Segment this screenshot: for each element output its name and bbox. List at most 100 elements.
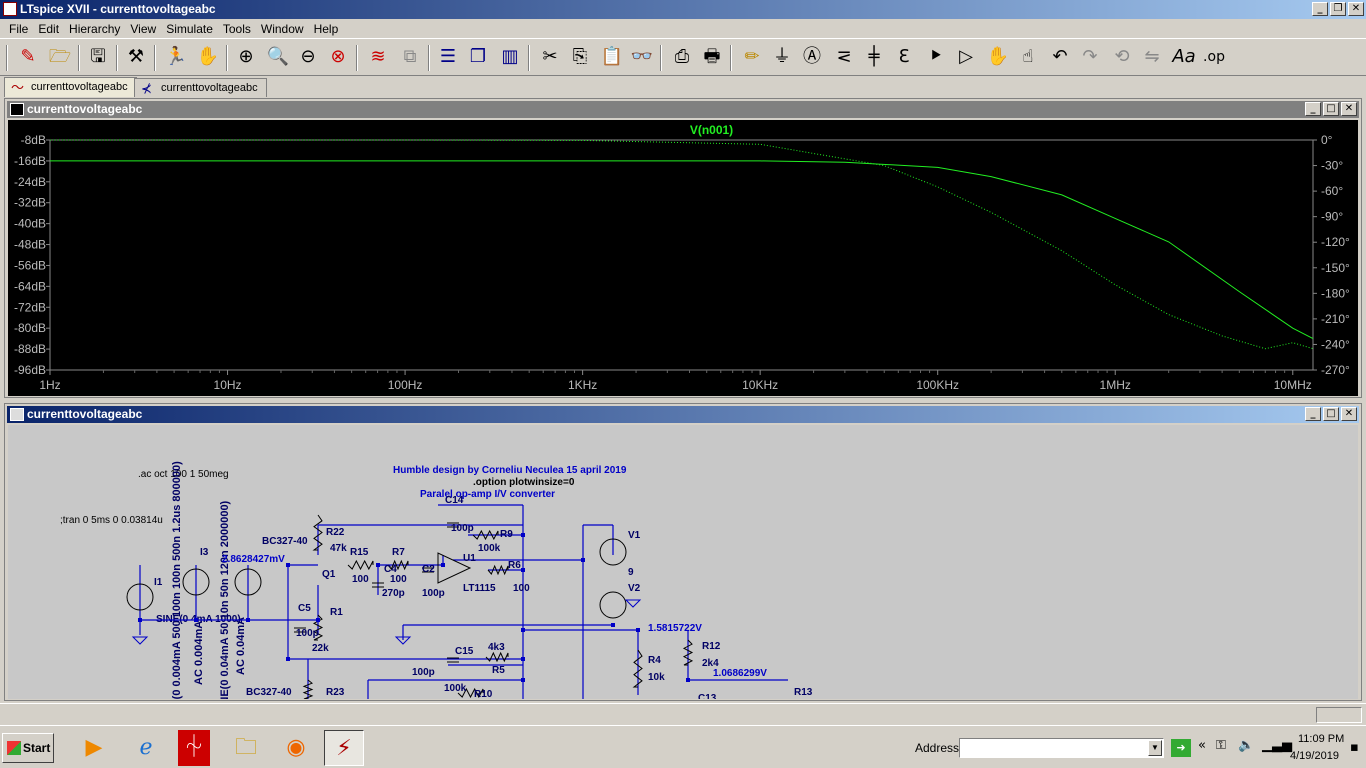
component-label[interactable]: C13 [698,693,717,699]
component-label[interactable]: V1 [628,530,641,541]
schematic-maximize-button[interactable]: □ [1323,407,1339,421]
junction[interactable] [316,618,320,622]
menu-window[interactable]: Window [256,22,309,36]
waveform-plot[interactable]: V(n001) -8dB -16dB -24dB -32dB -40dB -48dB -56d… [8,120,1358,396]
source-text[interactable]: AC 0.004mA [193,621,205,685]
comment-text[interactable]: Humble design by Corneliu Neculea 15 apr… [393,465,627,476]
component-label[interactable]: 100p [412,667,435,678]
close-button[interactable]: ✕ [1348,2,1364,16]
print-setup-icon[interactable]: ⎙ [668,43,696,71]
component-label[interactable]: LT1115 [463,583,496,594]
label-net-icon[interactable]: Ⓐ [798,43,826,71]
waveform-minimize-button[interactable]: _ [1305,102,1321,116]
component-label[interactable]: 100p [422,588,445,599]
menu-file[interactable]: File [4,22,33,36]
junction[interactable] [521,678,525,682]
zoom-out-icon[interactable]: ⊖ [294,43,322,71]
component-label[interactable]: 100 [352,574,369,585]
component-label[interactable]: R1 [330,607,343,618]
component-label[interactable]: 9 [628,567,634,578]
component-label[interactable]: I3 [200,547,209,558]
comment-text[interactable]: Paralel op-amp I/V converter [420,489,555,500]
autorange-icon[interactable]: ≋ [364,43,392,71]
source-symbol[interactable] [599,591,627,619]
redo-icon[interactable]: ↷ [1076,43,1104,71]
junction[interactable] [194,618,198,622]
source-text[interactable]: SINE(0 0.004mA 500 100n 100n 500n 1.2us … [171,461,183,699]
diode-icon[interactable]: ⯈ [922,43,950,71]
copy-icon[interactable]: ⎘ [566,43,594,71]
component-label[interactable]: 100 [513,583,530,594]
junction[interactable] [246,618,250,622]
internet-explorer-icon[interactable]: ℯ [126,730,166,766]
component-label[interactable]: 270p [382,588,405,599]
move-icon[interactable]: ✋ [984,43,1012,71]
node-voltage-label[interactable]: 1.0686299V [713,668,767,679]
cascade-icon[interactable]: ❐ [464,43,492,71]
ltspice-icon[interactable]: ⚡ [324,730,364,766]
junction[interactable] [611,623,615,627]
resistor-icon[interactable]: ⋜ [830,43,858,71]
new-schematic-icon[interactable]: ✎ [14,43,42,71]
component-label[interactable]: R12 [702,641,721,652]
tray-expand-icon[interactable]: « [1198,738,1206,753]
junction[interactable] [286,657,290,661]
component-label[interactable]: 47k [330,543,347,554]
ground-symbol[interactable] [131,636,149,645]
save-icon[interactable]: 🖫 [84,43,112,71]
cut-icon[interactable]: ✂ [536,43,564,71]
component-label[interactable]: 100k [478,543,501,554]
rotate-icon[interactable]: ⟲ [1108,43,1136,71]
component-label[interactable]: C14 [445,495,464,506]
paste-icon[interactable]: 📋 [598,43,626,71]
print-icon[interactable]: 🖶 [698,43,726,71]
component-label[interactable]: 100k [444,683,467,694]
component-label[interactable]: C5 [298,603,311,614]
text-icon[interactable]: Aa [1170,43,1198,71]
junction[interactable] [376,563,380,567]
component-label[interactable]: V2 [628,583,641,594]
junction[interactable] [521,533,525,537]
component-label[interactable]: U1 [463,553,476,564]
junction[interactable] [686,678,690,682]
address-input[interactable] [959,738,1164,758]
minimize-button[interactable]: _ [1312,2,1328,16]
control-panel-icon[interactable]: ⚒ [122,43,150,71]
spice-directive[interactable]: .ac oct 100 1 50meg [138,469,229,480]
schematic-drawing[interactable]: Humble design by Corneliu Neculea 15 apr… [8,425,1358,699]
menu-simulate[interactable]: Simulate [161,22,218,36]
component-label[interactable]: Q1 [322,569,336,580]
component-label[interactable]: C15 [455,646,474,657]
tab-waveform[interactable]: 〜 currenttovoltageabc [4,77,137,97]
component-label[interactable]: 4k3 [488,642,505,653]
source-text[interactable]: SINE(0 0.04mA 50 10n 50n 120n 2000000) [219,500,231,699]
component-label[interactable]: R6 [508,560,521,571]
start-button[interactable]: Start [2,733,54,763]
ground-icon[interactable]: ⏚ [768,43,796,71]
firefox-icon[interactable]: ◉ [276,730,316,766]
menu-tools[interactable]: Tools [218,22,256,36]
clock-date[interactable]: 4/19/2019 [1290,750,1339,762]
junction[interactable] [521,568,525,572]
zoom-in-icon[interactable]: ⊕ [232,43,260,71]
component-label[interactable]: 100p [296,628,319,639]
restore-button[interactable]: ❐ [1330,2,1346,16]
component-label[interactable]: R4 [648,655,661,666]
component-label[interactable]: 100p [451,523,474,534]
address-go-icon[interactable]: ➜ [1171,739,1191,757]
bode-plot[interactable]: V(n001) -8dB -16dB -24dB -32dB -40dB -48dB -56d… [8,120,1358,396]
junction[interactable] [521,657,525,661]
component-label[interactable]: BC327-40 [246,687,292,698]
tile-horizontal-icon[interactable]: ☰ [434,43,462,71]
component-icon[interactable]: ▷ [952,43,980,71]
spice-directive[interactable]: ;tran 0 5ms 0 0.03814u [60,515,163,526]
menu-edit[interactable]: Edit [33,22,64,36]
junction[interactable] [286,563,290,567]
component-label[interactable]: BC327-40 [262,536,308,547]
spice-directive[interactable]: .option plotwinsize=0 [473,477,575,488]
mirror-icon[interactable]: ⇋ [1138,43,1166,71]
schematic-minimize-button[interactable]: _ [1305,407,1321,421]
clock-time[interactable]: 11:09 PM [1298,733,1344,745]
menu-view[interactable]: View [125,22,161,36]
tray-network-icon[interactable]: ⚿ [1216,738,1226,753]
